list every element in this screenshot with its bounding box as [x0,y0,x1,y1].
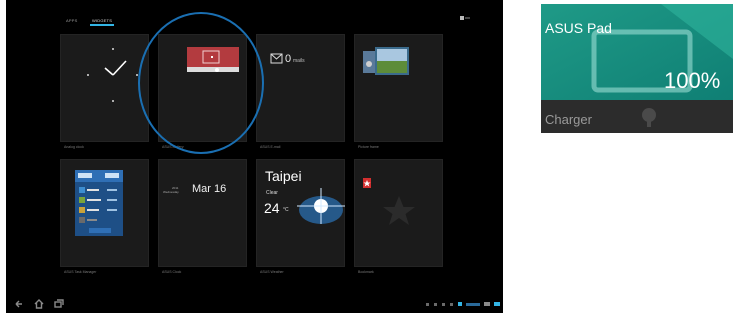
system-nav-bar [6,296,503,313]
widget-tile-task-manager[interactable] [60,159,149,267]
tile-label-bookmark: Bookmark [358,270,374,274]
weather-condition: Clear [266,190,278,196]
device-name: ASUS Pad [545,20,612,36]
star-icon [383,196,415,225]
recent-apps-icon[interactable] [54,299,64,309]
status-tray-icons[interactable] [426,300,501,308]
weather-temp: 24 [264,200,280,216]
email-count: 0 [285,53,292,65]
widget-tile-asus-weather[interactable]: Taipei Clear 24 °C [256,159,345,267]
tab-widgets[interactable]: WIDGETS [92,18,112,23]
back-icon[interactable] [14,299,24,309]
charging-status: Charger [545,112,592,127]
tablet-screenshot: APPS WIDGETS 0 mails 2011 Wednesday Mar … [6,0,503,313]
tile-label-task-manager: ASUS Task Manager [64,270,97,274]
battery-percent: 100% [664,68,721,93]
widget-tile-asus-email[interactable]: 0 mails [256,34,345,142]
plug-icon [642,108,656,127]
envelope-icon [270,53,283,64]
widget-tile-picture-frame[interactable] [354,34,443,142]
highlight-circle [138,12,264,154]
tab-apps[interactable]: APPS [66,18,77,23]
widget-grid: 0 mails 2011 Wednesday Mar 16 Taipei Cle… [60,34,503,278]
picture-frame-preview [363,47,409,75]
home-icon[interactable] [34,299,44,309]
asus-battery-widget-zoom: ASUS Pad 100% Charger [541,4,733,133]
calendar-date: Mar 16 [192,183,227,195]
widget-tile-bookmark[interactable] [354,159,443,267]
tile-label-asus-weather: ASUS Weather [260,270,284,274]
email-unit: mails [293,58,305,64]
widget-tile-asus-clock[interactable]: 2011 Wednesday Mar 16 [158,159,247,267]
weather-unit: °C [283,207,289,213]
weather-city: Taipei [265,168,302,184]
market-icon[interactable] [460,16,470,24]
task-manager-preview [75,170,123,236]
tile-label-analog-clock: Analog clock [64,145,84,149]
bookmark-icon [363,178,415,225]
active-tab-indicator [90,24,114,26]
tile-label-asus-clock: ASUS Clock [162,270,182,274]
tile-label-picture-frame: Picture frame [358,145,379,149]
calendar-weekday: Wednesday [163,190,179,194]
